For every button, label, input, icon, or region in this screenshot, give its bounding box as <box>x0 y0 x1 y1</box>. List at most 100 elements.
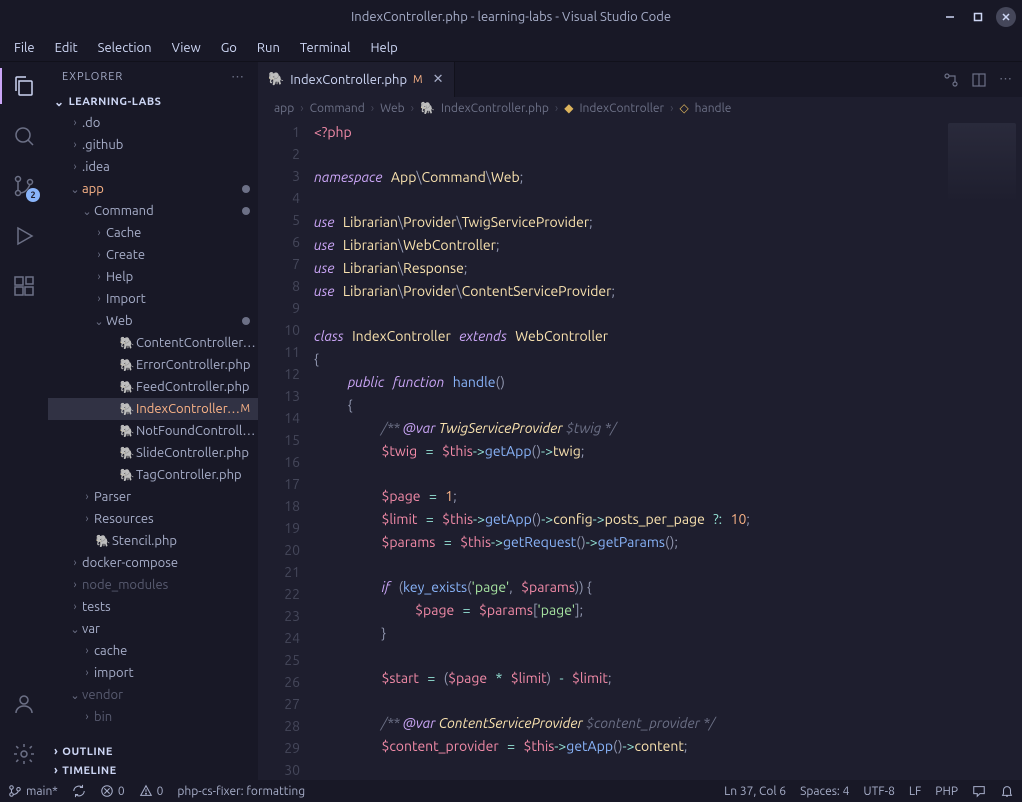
feedback-icon[interactable] <box>972 784 986 798</box>
tree-file[interactable]: 🐘IndexController.p…M <box>48 398 258 420</box>
sidebar-more-icon[interactable]: ⋯ <box>231 70 244 85</box>
errors-indicator[interactable]: 0 <box>100 784 125 798</box>
explorer-icon[interactable] <box>10 72 38 100</box>
tree-folder[interactable]: ›node_modules <box>48 574 258 596</box>
tree-item-label: Resources <box>94 512 258 526</box>
settings-icon[interactable] <box>10 740 38 768</box>
tree-file[interactable]: 🐘NotFoundController.php <box>48 420 258 442</box>
tree-folder[interactable]: ›docker-compose <box>48 552 258 574</box>
crumb-app[interactable]: app <box>274 102 294 115</box>
tree-folder[interactable]: ⌄vendor <box>48 684 258 706</box>
close-button[interactable] <box>996 7 1016 27</box>
tree-item-label: tests <box>82 600 258 614</box>
minimize-button[interactable] <box>940 7 960 27</box>
menu-edit[interactable]: Edit <box>47 37 86 59</box>
window-title: IndexController.php - learning-labs - Vi… <box>351 10 671 24</box>
file-tree[interactable]: ›.do›.github›.idea⌄app⌄Command›Cache›Cre… <box>48 112 258 742</box>
project-section-header[interactable]: ⌄ LEARNING-LABS <box>48 92 258 112</box>
chevron-icon: › <box>92 227 106 239</box>
chevron-icon: › <box>92 271 106 283</box>
menu-view[interactable]: View <box>164 37 209 59</box>
indent-indicator[interactable]: Spaces: 4 <box>800 785 849 798</box>
encoding-indicator[interactable]: UTF-8 <box>863 785 894 798</box>
tree-folder[interactable]: ⌄Web <box>48 310 258 332</box>
status-bar: main* 0 0 php-cs-fixer: formatting Ln 37… <box>0 780 1022 802</box>
editor-toolbar: ⋯ <box>933 62 1022 97</box>
tree-folder[interactable]: ⌄Command <box>48 200 258 222</box>
class-icon: ◆ <box>564 101 573 115</box>
menu-go[interactable]: Go <box>213 37 245 59</box>
php-icon: 🐘 <box>118 446 136 460</box>
outline-section-header[interactable]: › OUTLINE <box>48 742 258 761</box>
tree-item-label: IndexController.p… <box>136 402 240 416</box>
code-editor[interactable]: 1234567891011121314151617181920212223242… <box>258 119 1022 780</box>
menu-file[interactable]: File <box>6 37 43 59</box>
tree-folder[interactable]: ⌄app <box>48 178 258 200</box>
project-name: LEARNING-LABS <box>69 96 162 108</box>
notifications-icon[interactable] <box>1000 784 1014 798</box>
tab-label: IndexController.php <box>290 73 407 87</box>
extensions-icon[interactable] <box>10 272 38 300</box>
crumb-command[interactable]: Command <box>310 102 365 115</box>
tree-folder[interactable]: ›.idea <box>48 156 258 178</box>
tree-file[interactable]: 🐘FeedController.php <box>48 376 258 398</box>
crumb-web[interactable]: Web <box>380 102 405 115</box>
tree-folder[interactable]: ›Resources <box>48 508 258 530</box>
tree-file[interactable]: 🐘ErrorController.php <box>48 354 258 376</box>
tree-item-label: Command <box>94 204 242 218</box>
tree-folder[interactable]: ›Parser <box>48 486 258 508</box>
tree-file[interactable]: 🐘ContentController.php <box>48 332 258 354</box>
tree-folder[interactable]: ›.github <box>48 134 258 156</box>
tree-item-label: Parser <box>94 490 258 504</box>
accounts-icon[interactable] <box>10 690 38 718</box>
tree-folder[interactable]: ›Import <box>48 288 258 310</box>
tree-folder[interactable]: ›bin <box>48 706 258 728</box>
more-icon[interactable]: ⋯ <box>999 72 1012 87</box>
timeline-section-header[interactable]: › TIMELINE <box>48 761 258 780</box>
tree-file[interactable]: 🐘TagController.php <box>48 464 258 486</box>
editor-area: 🐘 IndexController.php M ✕ ⋯ app› Command… <box>258 62 1022 780</box>
branch-indicator[interactable]: main* <box>8 784 58 798</box>
tab-index-controller[interactable]: 🐘 IndexController.php M ✕ <box>258 62 455 97</box>
tree-folder[interactable]: ›import <box>48 662 258 684</box>
minimap[interactable] <box>942 119 1022 780</box>
menu-run[interactable]: Run <box>249 37 288 59</box>
crumb-file[interactable]: IndexController.php <box>441 102 549 115</box>
tree-folder[interactable]: ›cache <box>48 640 258 662</box>
crumb-class[interactable]: IndexController <box>579 102 664 115</box>
tree-folder[interactable]: ›tests <box>48 596 258 618</box>
formatter-indicator[interactable]: php-cs-fixer: formatting <box>177 785 305 798</box>
tree-folder[interactable]: ›Create <box>48 244 258 266</box>
warnings-indicator[interactable]: 0 <box>139 784 164 798</box>
tree-folder[interactable]: ›.do <box>48 112 258 134</box>
sync-indicator[interactable] <box>72 784 86 798</box>
tree-folder[interactable]: ⌄var <box>48 618 258 640</box>
search-icon[interactable] <box>10 122 38 150</box>
tree-file[interactable]: 🐘Stencil.php <box>48 530 258 552</box>
maximize-button[interactable] <box>968 7 988 27</box>
code-content[interactable]: <?php namespace App\Command\Web; use Lib… <box>314 119 942 780</box>
compare-icon[interactable] <box>943 72 959 88</box>
chevron-right-icon: › <box>54 764 58 777</box>
chevron-icon: › <box>80 645 94 657</box>
tab-close-icon[interactable]: ✕ <box>433 72 444 87</box>
breadcrumb[interactable]: app› Command› Web› 🐘 IndexController.php… <box>258 97 1022 119</box>
eol-indicator[interactable]: LF <box>909 785 921 798</box>
run-debug-icon[interactable] <box>10 222 38 250</box>
activity-bar: 2 <box>0 62 48 780</box>
menu-terminal[interactable]: Terminal <box>292 37 359 59</box>
status-dot <box>242 317 250 325</box>
menu-selection[interactable]: Selection <box>90 37 160 59</box>
language-indicator[interactable]: PHP <box>935 785 958 798</box>
tree-folder[interactable]: ›Help <box>48 266 258 288</box>
chevron-icon: › <box>80 711 94 723</box>
split-editor-icon[interactable] <box>971 72 987 88</box>
tree-file[interactable]: 🐘SlideController.php <box>48 442 258 464</box>
tree-item-label: node_modules <box>82 578 258 592</box>
tree-folder[interactable]: ›Cache <box>48 222 258 244</box>
crumb-method[interactable]: handle <box>695 102 732 115</box>
cursor-position[interactable]: Ln 37, Col 6 <box>724 785 786 798</box>
source-control-icon[interactable]: 2 <box>10 172 38 200</box>
chevron-icon: › <box>68 117 82 129</box>
menu-help[interactable]: Help <box>362 37 405 59</box>
